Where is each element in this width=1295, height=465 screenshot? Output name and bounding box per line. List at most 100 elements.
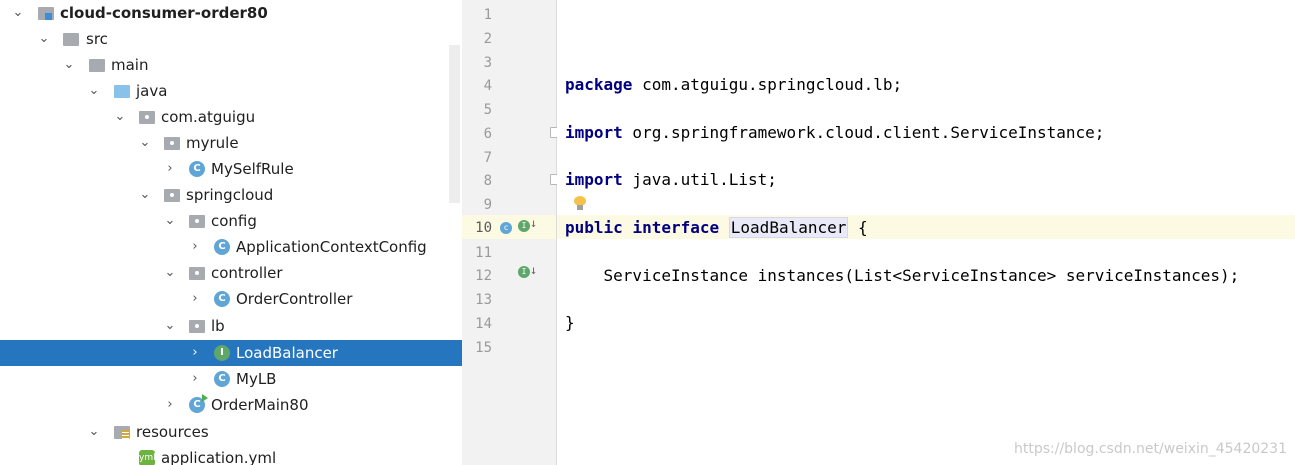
tree-node-main[interactable]: ⌄ main: [0, 52, 462, 78]
line-number: 11: [475, 245, 492, 261]
tree-node-myselfrule[interactable]: › C MySelfRule: [0, 156, 462, 182]
tree-node-lb[interactable]: ⌄ lb: [0, 313, 462, 339]
tree-node-label: resources: [136, 423, 209, 441]
chevron-down-icon[interactable]: ⌄: [86, 78, 102, 104]
tree-node-label: src: [86, 30, 108, 48]
line-number: 13: [475, 292, 492, 308]
tree-node-com-atguigu[interactable]: ⌄ com.atguigu: [0, 104, 462, 130]
chevron-down-icon[interactable]: ⌄: [61, 52, 77, 78]
chevron-right-icon[interactable]: ›: [187, 286, 203, 312]
interface-name-highlight: LoadBalancer: [728, 217, 849, 238]
tree-node-label: OrderMain80: [211, 396, 309, 414]
folder-icon: [63, 33, 79, 46]
tree-node-config[interactable]: ⌄ config: [0, 208, 462, 234]
tree-node-label: myrule: [186, 134, 239, 152]
tree-node-resources[interactable]: ⌄ resources: [0, 419, 462, 445]
tree-node-label: com.atguigu: [161, 108, 256, 126]
package-icon: [164, 137, 180, 150]
line-number: 9: [483, 197, 492, 213]
keyword: interface: [632, 218, 720, 237]
code-text: org.springframework.cloud.client.Service…: [622, 123, 1105, 142]
tree-node-applicationcontextconfig[interactable]: › C ApplicationContextConfig: [0, 234, 462, 260]
interface-icon: I: [214, 345, 230, 361]
code-line-8: import java.util.List;: [565, 168, 777, 192]
line-number: 2: [483, 31, 492, 47]
line-number: 3: [483, 55, 492, 71]
package-icon: [164, 189, 180, 202]
tree-node-label: config: [211, 212, 257, 230]
tree-node-label: application.yml: [161, 449, 277, 465]
folder-icon: [89, 59, 105, 72]
lightbulb-icon[interactable]: [574, 196, 586, 210]
code-editor[interactable]: package com.atguigu.springcloud.lb; impo…: [557, 0, 1295, 465]
chevron-down-icon[interactable]: ⌄: [36, 26, 52, 52]
tree-node-label: springcloud: [186, 186, 274, 204]
keyword: import: [565, 170, 623, 189]
tree-node-ordermain80[interactable]: › C OrderMain80: [0, 392, 462, 418]
tree-node-cloud-consumer-order80[interactable]: ⌄ cloud-consumer-order80: [0, 0, 462, 26]
class-icon: C: [214, 371, 230, 387]
tree-node-controller[interactable]: ⌄ controller: [0, 260, 462, 286]
code-line-12: ServiceInstance instances(List<ServiceIn…: [565, 266, 1240, 285]
tree-node-label: lb: [211, 317, 225, 335]
down-arrow-icon: ↓: [530, 263, 538, 277]
code-line-10: public interface LoadBalancer {: [565, 216, 868, 240]
chevron-right-icon[interactable]: ›: [187, 366, 203, 392]
code-text: {: [848, 218, 868, 237]
tree-node-springcloud[interactable]: ⌄ springcloud: [0, 182, 462, 208]
tree-node-label: OrderController: [236, 290, 353, 308]
module-folder-icon: [38, 7, 54, 20]
implemented-class-icon[interactable]: c: [500, 222, 512, 234]
implemented-interface-icon[interactable]: I: [518, 266, 530, 278]
code-line-6: import org.springframework.cloud.client.…: [565, 121, 1104, 145]
tree-node-label: MyLB: [236, 370, 277, 388]
down-arrow-icon: ↓: [530, 216, 538, 230]
tree-node-src[interactable]: ⌄ src: [0, 26, 462, 52]
line-number: 4: [483, 78, 492, 94]
package-icon: [189, 320, 205, 333]
line-number: 7: [483, 150, 492, 166]
source-root-folder-icon: [114, 85, 130, 98]
tree-node-label: java: [136, 82, 168, 100]
watermark: https://blog.csdn.net/weixin_45420231: [1013, 441, 1287, 457]
chevron-down-icon[interactable]: ⌄: [162, 208, 178, 234]
chevron-down-icon[interactable]: ⌄: [162, 260, 178, 286]
editor-gutter[interactable]: 1 2 3 4 5 6 7 8 9 10 11 12 13 14 15 c I …: [462, 0, 560, 465]
tree-node-label: main: [111, 56, 149, 74]
line-number: 1: [483, 7, 492, 23]
chevron-down-icon[interactable]: ⌄: [137, 182, 153, 208]
code-line-4: package com.atguigu.springcloud.lb;: [565, 73, 902, 97]
package-icon: [189, 267, 205, 280]
chevron-down-icon[interactable]: ⌄: [86, 419, 102, 445]
tree-node-application-yml[interactable]: yml application.yml: [0, 445, 462, 465]
keyword: public: [565, 218, 623, 237]
line-number: 8: [483, 173, 492, 189]
code-line-14: }: [565, 313, 575, 332]
line-number: 14: [475, 316, 492, 332]
line-number: 5: [483, 102, 492, 118]
class-icon: C: [214, 239, 230, 255]
chevron-right-icon[interactable]: ›: [162, 392, 178, 418]
tree-node-myrule[interactable]: ⌄ myrule: [0, 130, 462, 156]
line-number: 6: [483, 126, 492, 142]
tree-node-mylb[interactable]: › C MyLB: [0, 366, 462, 392]
line-number: 15: [475, 340, 492, 356]
tree-node-label: cloud-consumer-order80: [60, 4, 268, 22]
chevron-right-icon[interactable]: ›: [162, 156, 178, 182]
tree-node-ordercontroller[interactable]: › C OrderController: [0, 286, 462, 312]
tree-node-java[interactable]: ⌄ java: [0, 78, 462, 104]
implemented-interface-icon[interactable]: I: [518, 220, 530, 232]
chevron-right-icon[interactable]: ›: [187, 234, 203, 260]
chevron-down-icon[interactable]: ⌄: [10, 0, 26, 26]
project-tree[interactable]: ⌄ cloud-consumer-order80 ⌄ src ⌄ main ⌄ …: [0, 0, 462, 465]
chevron-down-icon[interactable]: ⌄: [162, 313, 178, 339]
chevron-down-icon[interactable]: ⌄: [112, 104, 128, 130]
tree-node-label: controller: [211, 264, 283, 282]
chevron-down-icon[interactable]: ⌄: [137, 130, 153, 156]
tree-node-label: MySelfRule: [211, 160, 294, 178]
chevron-right-icon[interactable]: ›: [187, 340, 203, 366]
line-number: 12: [475, 268, 492, 284]
tree-node-label: ApplicationContextConfig: [236, 238, 427, 256]
resources-folder-icon: [114, 426, 130, 439]
tree-node-loadbalancer[interactable]: › I LoadBalancer: [0, 340, 462, 366]
